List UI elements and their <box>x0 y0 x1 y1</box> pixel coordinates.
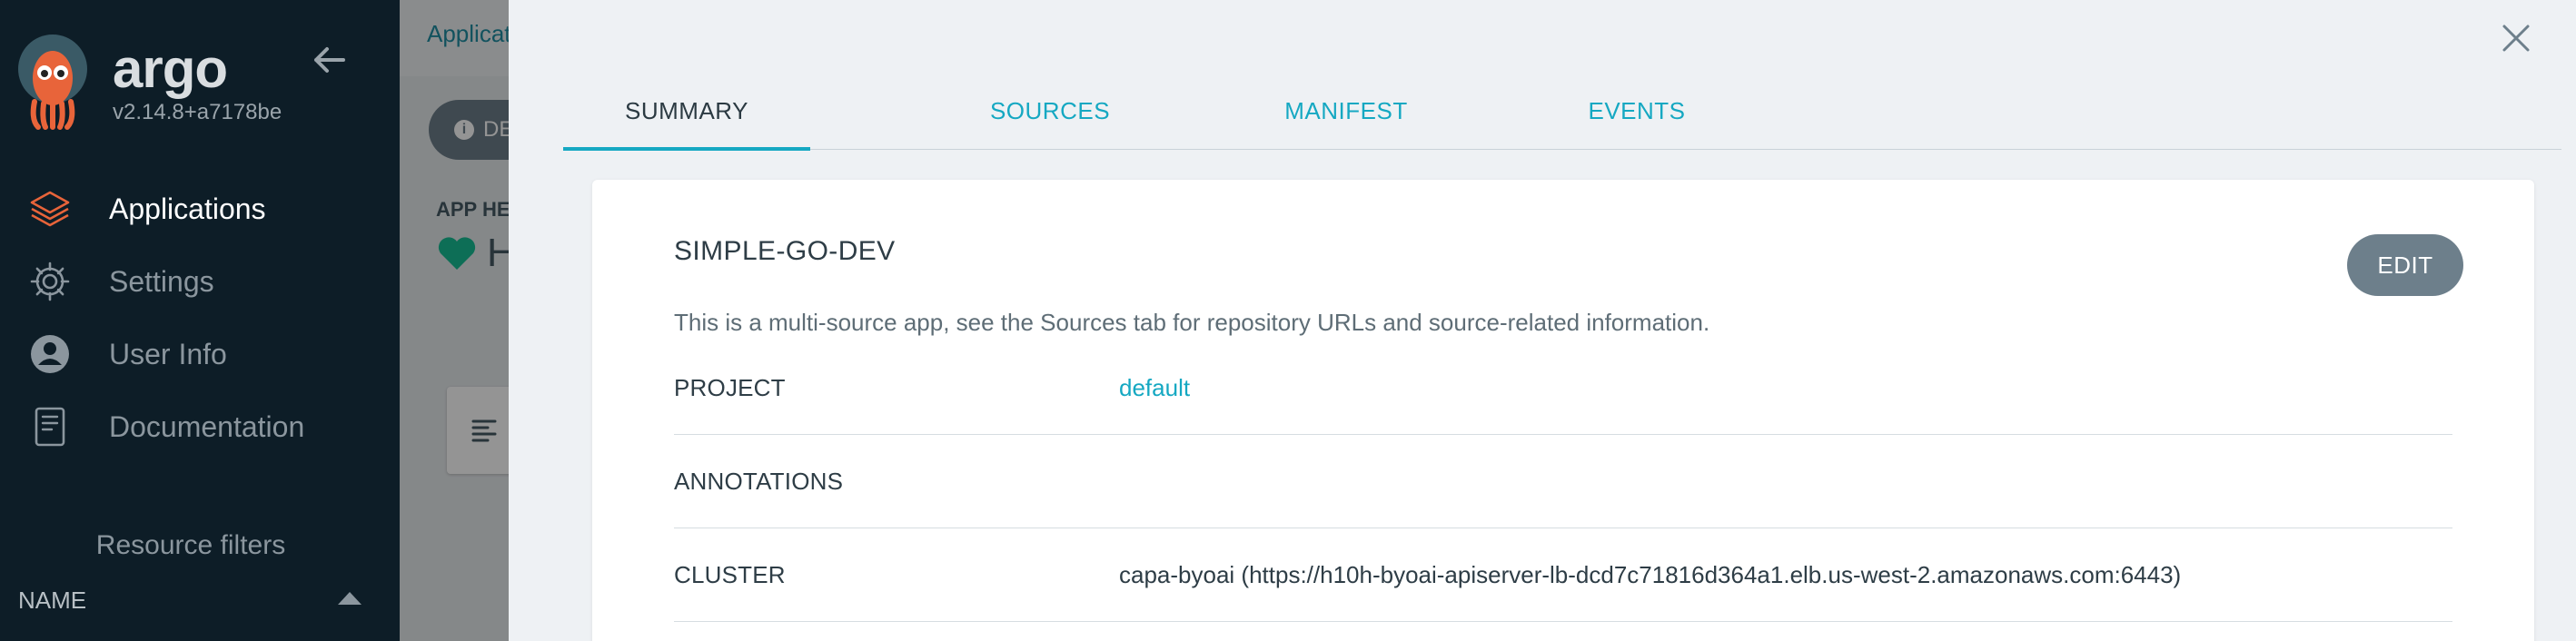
field-label: ANNOTATIONS <box>674 468 844 495</box>
user-circle-icon <box>27 331 73 377</box>
close-panel-button[interactable] <box>2494 16 2538 60</box>
cluster-value: capa-byoai (https://h10h-byoai-apiserver… <box>1119 561 2182 588</box>
book-icon <box>27 404 73 449</box>
field-label: PROJECT <box>674 374 786 401</box>
gear-icon <box>27 259 73 304</box>
layers-icon <box>27 186 73 232</box>
sidebar-item-settings[interactable]: Settings <box>0 245 400 318</box>
arrow-left-icon <box>314 47 345 73</box>
field-label: CLUSTER <box>674 561 786 588</box>
project-link[interactable]: default <box>1119 374 1190 402</box>
brand-name: argo <box>113 38 228 99</box>
collapse-sidebar-button[interactable] <box>309 40 349 80</box>
sidebar-item-label: Documentation <box>109 409 305 443</box>
tab-manifest[interactable]: MANIFEST <box>1223 73 1470 149</box>
sidebar-item-label: User Info <box>109 337 227 370</box>
multi-source-notice: This is a multi-source app, see the Sour… <box>674 309 1710 336</box>
version-label: v2.14.8+a7178be <box>113 100 282 124</box>
collapse-filter-icon[interactable] <box>338 592 362 605</box>
panel-tabs: SUMMARY SOURCES MANIFEST EVENTS <box>563 73 2561 151</box>
edit-button[interactable]: EDIT <box>2347 234 2463 296</box>
app-details-panel: SUMMARY SOURCES MANIFEST EVENTS SIMPLE-G… <box>509 0 2576 641</box>
field-row-project: PROJECT default <box>674 341 2452 435</box>
app-name-title: SIMPLE-GO-DEV <box>674 236 896 266</box>
sidebar-nav: Applications Settings User Info Document… <box>0 173 400 463</box>
sidebar-item-label: Settings <box>109 264 214 298</box>
sidebar-item-label: Applications <box>109 192 266 225</box>
close-icon <box>2502 25 2530 52</box>
sidebar-item-applications[interactable]: Applications <box>0 173 400 245</box>
name-filter-label: NAME <box>18 587 87 614</box>
resource-filters-title: Resource filters <box>95 530 286 560</box>
tab-sources[interactable]: SOURCES <box>926 73 1174 149</box>
sidebar-item-documentation[interactable]: Documentation <box>0 390 400 463</box>
argo-octopus-logo <box>18 35 87 130</box>
field-row-cluster: CLUSTER capa-byoai (https://h10h-byoai-a… <box>674 528 2452 622</box>
tab-events[interactable]: EVENTS <box>1513 73 1760 149</box>
sidebar: argo v2.14.8+a7178be Applications Settin… <box>0 0 400 641</box>
summary-card: SIMPLE-GO-DEV EDIT This is a multi-sourc… <box>592 180 2534 641</box>
sidebar-item-user-info[interactable]: User Info <box>0 318 400 390</box>
summary-fields: PROJECT default ANNOTATIONS CLUSTER capa… <box>674 341 2452 622</box>
field-row-annotations: ANNOTATIONS <box>674 435 2452 528</box>
tab-summary[interactable]: SUMMARY <box>563 73 810 151</box>
